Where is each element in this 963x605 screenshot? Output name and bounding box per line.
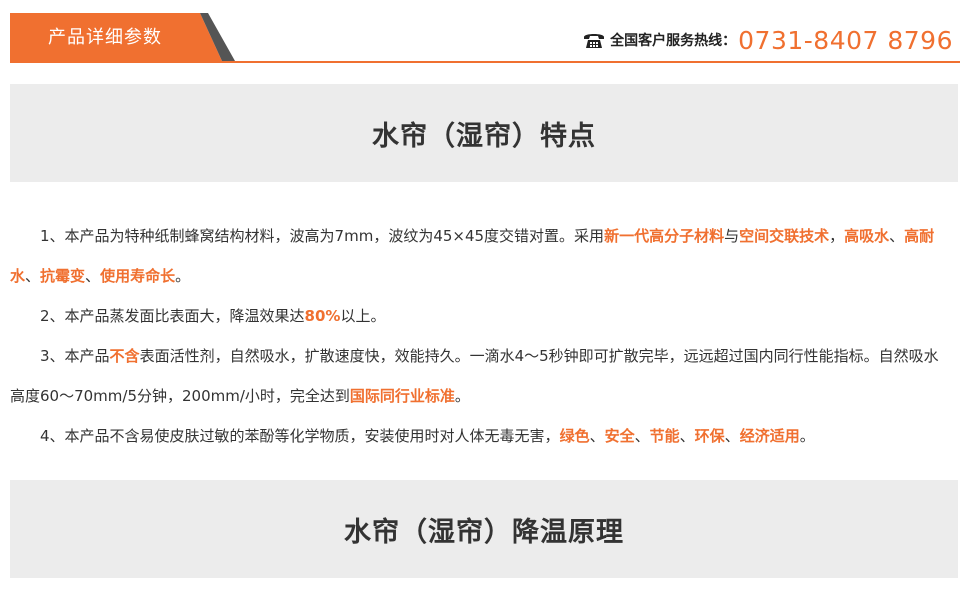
highlight-text: 绿色 [559, 427, 590, 445]
text-segment: 、 [634, 427, 650, 445]
text-segment: 、 [679, 427, 695, 445]
highlight-text: 高吸水 [844, 227, 890, 245]
text-segment: 4、本产品不含易使皮肤过敏的苯酚等化学物质，安装使用时对人体无毒无害， [40, 427, 560, 445]
feature-paragraph-1: 1、本产品为特种纸制蜂窝结构材料，波高为7mm，波纹为45×45度交错对置。采用… [10, 216, 952, 296]
text-segment: 、 [889, 227, 905, 245]
section-title: 水帘（湿帘）特点 [372, 120, 596, 152]
banner-shadow [44, 182, 924, 206]
highlight-text: 新一代高分子材料 [604, 227, 725, 245]
feature-paragraph-3: 3、本产品不含表面活性剂，自然吸水，扩散速度快，效能持久。一滴水4～5秒钟即可扩… [10, 336, 952, 416]
telephone-icon [584, 34, 605, 48]
hotline-label: 全国客户服务热线： [610, 33, 737, 49]
highlight-text: 节能 [649, 427, 680, 445]
text-segment: 、 [589, 427, 605, 445]
highlight-text: 经济适用 [739, 427, 800, 445]
features-content: 1、本产品为特种纸制蜂窝结构材料，波高为7mm，波纹为45×45度交错对置。采用… [10, 216, 952, 456]
text-segment: 、 [724, 427, 740, 445]
highlight-text: 安全 [604, 427, 635, 445]
text-segment: 。 [799, 427, 815, 445]
header-divider [10, 61, 960, 63]
service-hotline: 全国客户服务热线： 0731-8407 8796 [583, 22, 953, 58]
text-segment: 以上。 [340, 307, 386, 325]
hotline-number[interactable]: 0731-8407 8796 [738, 26, 953, 55]
section-cooling-principle: 水帘（湿帘）降温原理 [10, 480, 958, 604]
text-segment: 。 [454, 387, 470, 405]
section-banner: 水帘（湿帘）降温原理 [10, 480, 958, 578]
text-segment: 。 [175, 267, 191, 285]
text-segment: 2、本产品蒸发面比表面大，降温效果达 [40, 307, 305, 325]
page-header: 产品详细参数 全国客户服务热线： 0731-8407 8796 [0, 0, 963, 64]
text-segment: 、 [85, 267, 101, 285]
section-title: 水帘（湿帘）降温原理 [344, 516, 624, 548]
text-segment: ， [829, 227, 845, 245]
text-segment: 1、本产品为特种纸制蜂窝结构材料，波高为7mm，波纹为45×45度交错对置。采用 [40, 227, 605, 245]
feature-paragraph-4: 4、本产品不含易使皮肤过敏的苯酚等化学物质，安装使用时对人体无毒无害，绿色、安全… [10, 416, 952, 456]
highlight-text: 使用寿命长 [100, 267, 176, 285]
highlight-text: 不含 [109, 347, 140, 365]
product-params-tab[interactable]: 产品详细参数 [10, 13, 235, 63]
text-segment: 与 [724, 227, 740, 245]
highlight-text: 抗霉变 [40, 267, 86, 285]
text-segment: 表面活性剂，自然吸水，扩散速度快，效能持久。一滴水4～5秒钟即可扩散完毕，远远超… [10, 347, 939, 405]
feature-paragraph-2: 2、本产品蒸发面比表面大，降温效果达80%以上。 [10, 296, 952, 336]
section-features: 水帘（湿帘）特点 [10, 84, 958, 208]
text-segment: 、 [25, 267, 41, 285]
highlight-text: 国际同行业标准 [349, 387, 455, 405]
highlight-text: 80% [304, 307, 341, 325]
text-segment: 3、本产品 [40, 347, 110, 365]
section-banner: 水帘（湿帘）特点 [10, 84, 958, 182]
highlight-text: 空间交联技术 [739, 227, 830, 245]
highlight-text: 环保 [694, 427, 725, 445]
banner-shadow [44, 578, 924, 602]
tab-label: 产品详细参数 [48, 27, 162, 48]
